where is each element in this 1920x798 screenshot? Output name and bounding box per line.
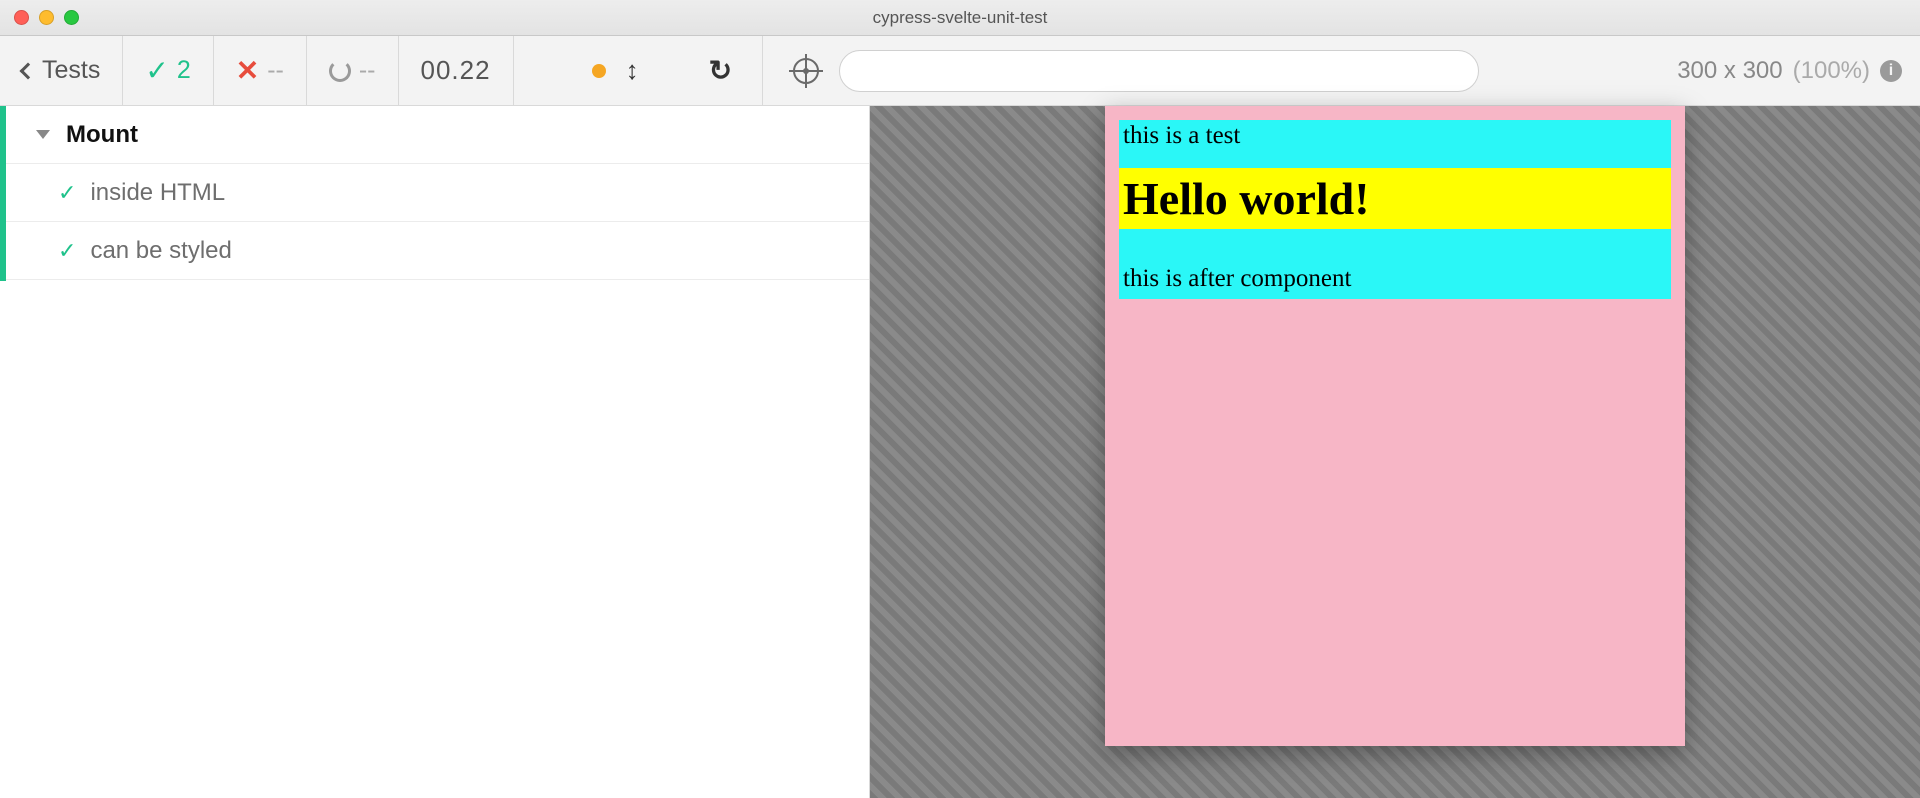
- suite-status-bar: [0, 106, 6, 281]
- info-icon[interactable]: i: [1880, 60, 1902, 82]
- window-title: cypress-svelte-unit-test: [0, 8, 1920, 28]
- toolbar-divider: [762, 36, 763, 105]
- fail-count: --: [267, 56, 284, 85]
- test-title: can be styled: [90, 237, 231, 265]
- viewport-size: 300 x 300: [1677, 57, 1782, 85]
- tests-label: Tests: [42, 56, 100, 85]
- check-icon: ✓: [58, 180, 76, 206]
- check-icon: ✓: [145, 54, 168, 87]
- viewport-dimensions[interactable]: 300 x 300 (100%) i: [1677, 57, 1902, 85]
- test-title: inside HTML: [90, 179, 225, 207]
- pass-count-segment[interactable]: ✓ 2: [123, 36, 213, 105]
- check-icon: ✓: [58, 238, 76, 264]
- fail-count-segment[interactable]: ✕ --: [214, 36, 307, 105]
- aut-text-before: this is a test: [1119, 120, 1671, 168]
- pass-count: 2: [177, 56, 191, 85]
- timer-value: 00.22: [421, 55, 491, 86]
- url-input[interactable]: [839, 50, 1479, 92]
- pending-count-segment[interactable]: --: [307, 36, 399, 105]
- updown-arrow-icon[interactable]: ↕: [626, 55, 639, 86]
- aut-text-after: this is after component: [1119, 229, 1671, 299]
- status-dot-icon: [592, 64, 606, 78]
- x-icon: ✕: [236, 54, 259, 87]
- aut-iframe[interactable]: this is a test Hello world! this is afte…: [1105, 106, 1685, 746]
- aut-content: this is a test Hello world! this is afte…: [1119, 120, 1671, 299]
- timer-segment: 00.22: [399, 36, 514, 105]
- viewport-zoom: (100%): [1793, 57, 1870, 85]
- aut-preview-area: this is a test Hello world! this is afte…: [870, 106, 1920, 798]
- spinner-icon: [329, 60, 351, 82]
- mac-titlebar: cypress-svelte-unit-test: [0, 0, 1920, 36]
- cypress-toolbar: Tests ✓ 2 ✕ -- -- 00.22 ↕ ↻ 300 x 300 (1…: [0, 36, 1920, 106]
- aut-heading: Hello world!: [1119, 168, 1671, 229]
- reporter-panel: Mount ✓ inside HTML ✓ can be styled: [0, 106, 870, 798]
- caret-down-icon: [36, 130, 50, 139]
- selector-playground-icon[interactable]: [793, 58, 819, 84]
- chevron-left-icon: [20, 62, 37, 79]
- test-row[interactable]: ✓ can be styled: [0, 222, 869, 280]
- test-row[interactable]: ✓ inside HTML: [0, 164, 869, 222]
- pending-count: --: [359, 56, 376, 85]
- suite-title: Mount: [66, 121, 138, 149]
- suite-header[interactable]: Mount: [0, 106, 869, 164]
- tests-back-button[interactable]: Tests: [0, 36, 123, 105]
- reload-icon[interactable]: ↻: [709, 54, 732, 87]
